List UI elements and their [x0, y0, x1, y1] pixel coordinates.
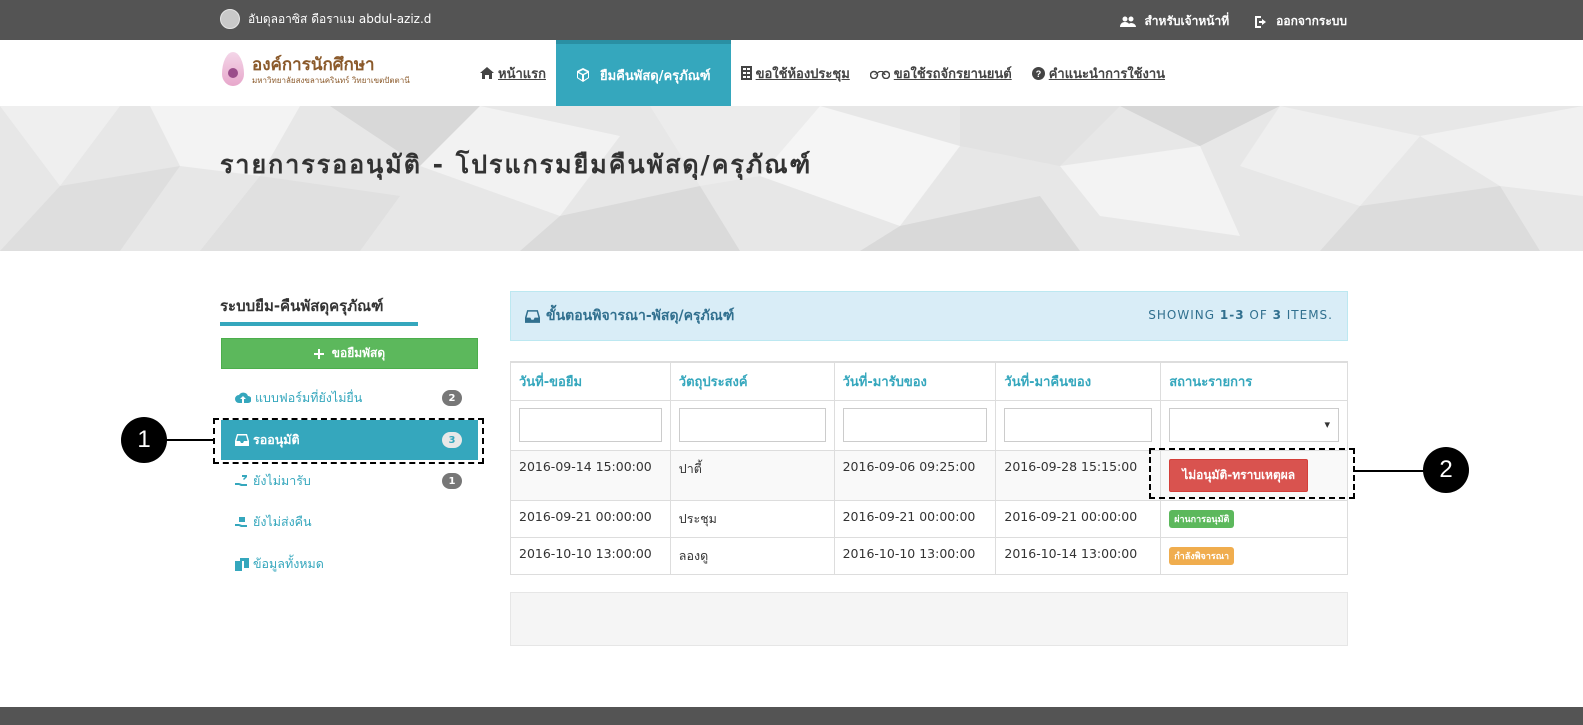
callout-marker-1: 1 [121, 417, 167, 463]
logout-label: ออกจากระบบ [1276, 14, 1347, 28]
staff-label: สำหรับเจ้าหน้าที่ [1144, 14, 1230, 28]
main-nav: องค์การนักศึกษา มหาวิทยาลัยสงขลานครินทร์… [0, 40, 1583, 106]
cell-return-date: 2016-10-14 13:00:00 [995, 537, 1162, 575]
column-header-status[interactable]: สถานะรายการ [1160, 361, 1348, 401]
callout-line-2 [1355, 470, 1425, 472]
question-icon: ? [1031, 66, 1045, 80]
copy-icon [235, 557, 249, 571]
filter-return-date-input[interactable] [1004, 408, 1153, 442]
avatar [220, 9, 240, 29]
staff-link[interactable]: สำหรับเจ้าหน้าที่ [1120, 12, 1229, 31]
sidebar-item-all-data[interactable]: ข้อมูลทั้งหมด [221, 544, 478, 584]
add-borrow-button[interactable]: ขอยืมพัสดุ [221, 338, 478, 369]
menu-borrow-label: ยืมคืนพัสดุ/ครุภัณฑ์ [600, 68, 711, 84]
page-footer [0, 707, 1583, 725]
menu-vehicle-label: ขอใช้รถจักรยานยนต์ [893, 66, 1012, 82]
menu-meeting-label: ขอใช้ห้องประชุม [755, 66, 850, 82]
status-badge: กำลังพิจารณา [1169, 547, 1235, 565]
motorcycle-icon [869, 70, 890, 79]
cell-borrow-date: 2016-09-21 00:00:00 [510, 500, 671, 538]
hand-return-icon [235, 517, 247, 527]
menu-help[interactable]: ? คำแนะนำการใช้งาน [1022, 40, 1175, 106]
cell-purpose: ลองดู [669, 537, 835, 575]
user-name: อับดุลอาซิส ดือราแม abdul-aziz.d [248, 11, 432, 26]
status-badge: ผ่านการอนุมัติ [1169, 510, 1235, 528]
panel-title: ขั้นตอนพิจารณา-พัสดุ/ครุภัณฑ์ [546, 308, 735, 324]
building-icon [740, 66, 752, 80]
column-header-pickup-date[interactable]: วันที่-มารับของ [833, 361, 997, 401]
count-badge: 1 [442, 473, 462, 489]
sidebar-item-label: แบบฟอร์มที่ยังไม่ยื่น [255, 390, 363, 405]
logo-subtitle: มหาวิทยาลัยสงขลานครินทร์ วิทยาเขตปัตตานี [252, 76, 410, 85]
add-borrow-label: ขอยืมพัสดุ [331, 346, 386, 360]
panel-footer [510, 592, 1348, 646]
sidebar-title-underline [220, 322, 418, 326]
table-row: 2016-09-21 00:00:00 ประชุม 2016-09-21 00… [510, 500, 1348, 538]
filter-borrow-date-input[interactable] [519, 408, 662, 442]
callout-line-1 [166, 439, 214, 441]
users-icon [1120, 16, 1137, 27]
sidebar-title: ระบบยืม-คืนพัสดุครุภัณฑ์ [220, 297, 384, 315]
sidebar-item-not-returned[interactable]: ยังไม่ส่งคืน [221, 502, 478, 542]
menu-home[interactable]: หน้าแรก [470, 40, 556, 106]
count-badge: 2 [442, 390, 462, 406]
sidebar-item-not-picked-up[interactable]: ยังไม่มารับ 1 [221, 461, 478, 501]
cell-pickup-date: 2016-09-06 09:25:00 [833, 450, 997, 501]
cell-borrow-date: 2016-10-10 13:00:00 [510, 537, 671, 575]
page-title: รายการรออนุมัติ - โปรแกรมยืมคืนพัสดุ/ครุ… [220, 150, 813, 179]
menu-home-label: หน้าแรก [498, 66, 546, 82]
table-row: 2016-10-10 13:00:00 ลองดู 2016-10-10 13:… [510, 537, 1348, 575]
logo-title: องค์การนักศึกษา [252, 55, 375, 75]
column-header-return-date[interactable]: วันที่-มาคืนของ [995, 361, 1162, 401]
sidebar-item-label: ยังไม่มารับ [253, 473, 311, 488]
cell-purpose: ประชุม [669, 500, 835, 538]
top-bar: อับดุลอาซิส ดือราแม abdul-aziz.d สำหรับเ… [0, 0, 1583, 40]
filter-purpose-input[interactable] [678, 408, 826, 442]
cell-pickup-date: 2016-09-21 00:00:00 [833, 500, 997, 538]
callout-marker-2: 2 [1423, 447, 1469, 493]
menu-meeting[interactable]: ขอใช้ห้องประชุม [731, 40, 860, 106]
logo-mark [220, 52, 246, 90]
callout-box-2 [1149, 448, 1355, 499]
items-summary: SHOWING 1-3 OF 3 ITEMS. [1148, 308, 1333, 322]
inbox-icon [525, 309, 540, 323]
page-hero: รายการรออนุมัติ - โปรแกรมยืมคืนพัสดุ/ครุ… [0, 106, 1583, 251]
cell-borrow-date: 2016-09-14 15:00:00 [510, 450, 671, 501]
sign-out-icon [1255, 15, 1267, 28]
menu-borrow[interactable]: ยืมคืนพัสดุ/ครุภัณฑ์ [556, 40, 731, 106]
sidebar-item-label: ยังไม่ส่งคืน [253, 514, 312, 529]
sidebar-item-drafts[interactable]: แบบฟอร์มที่ยังไม่ยื่น 2 [221, 378, 478, 418]
filter-pickup-date-input[interactable] [842, 408, 988, 442]
svg-text:?: ? [1035, 69, 1041, 79]
filter-row [510, 400, 1348, 451]
logo[interactable]: องค์การนักศึกษา มหาวิทยาลัยสงขลานครินทร์… [220, 51, 410, 91]
sidebar-item-label: ข้อมูลทั้งหมด [253, 556, 324, 571]
column-header-purpose[interactable]: วัตถุประสงค์ [669, 361, 835, 401]
filter-status-select[interactable] [1169, 408, 1339, 442]
menu-help-label: คำแนะนำการใช้งาน [1048, 66, 1166, 82]
panel-heading: ขั้นตอนพิจารณา-พัสดุ/ครุภัณฑ์ SHOWING 1-… [510, 291, 1348, 341]
user-info[interactable]: อับดุลอาซิส ดือราแม abdul-aziz.d [220, 9, 431, 29]
table-header-row: วันที่-ขอยืม วัตถุประสงค์ วันที่-มารับขอ… [510, 361, 1348, 401]
cube-icon [577, 68, 589, 82]
home-icon [480, 67, 494, 79]
cell-purpose: ปาตี้ [669, 450, 835, 501]
cell-return-date: 2016-09-21 00:00:00 [995, 500, 1162, 538]
cell-return-date: 2016-09-28 15:15:00 [995, 450, 1162, 501]
logout-link[interactable]: ออกจากระบบ [1255, 12, 1347, 31]
menu-vehicle[interactable]: ขอใช้รถจักรยานยนต์ [860, 40, 1022, 106]
callout-box-1 [213, 418, 484, 464]
cloud-upload-icon [235, 392, 251, 403]
column-header-borrow-date[interactable]: วันที่-ขอยืม [510, 361, 671, 401]
cell-pickup-date: 2016-10-10 13:00:00 [833, 537, 997, 575]
hand-receive-icon [235, 475, 247, 486]
plus-icon [313, 348, 324, 359]
